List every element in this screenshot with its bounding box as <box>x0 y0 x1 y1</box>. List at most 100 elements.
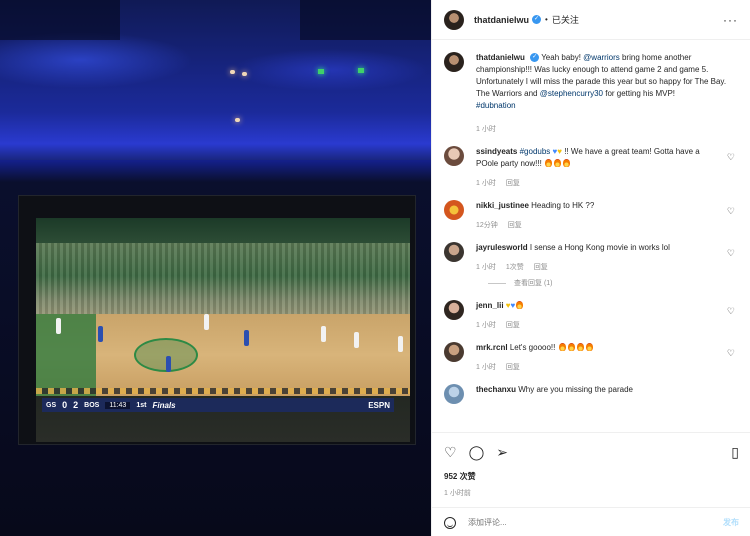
avatar[interactable] <box>444 9 464 30</box>
tv-scoreboard: GS 0 2 BOS 11:43 1st Finals ESPN <box>42 398 394 412</box>
avatar[interactable] <box>444 384 464 404</box>
comment-username[interactable]: ssindyeats <box>476 147 517 156</box>
comment-time: 1 小时 <box>476 364 496 371</box>
ceiling-panel <box>0 0 120 40</box>
arena-crowd <box>36 243 410 325</box>
verified-icon: ✓ <box>532 15 542 24</box>
player <box>398 336 403 352</box>
reply-button[interactable]: 回复 <box>508 220 522 230</box>
fire-emoji <box>558 343 566 351</box>
fire-emoji <box>585 343 593 351</box>
comment-likes[interactable]: 1次赞 <box>506 262 524 272</box>
ceiling-light <box>230 70 235 74</box>
caption-text: for getting his MVP! <box>603 89 676 98</box>
fire-emoji <box>563 159 571 167</box>
avatar[interactable] <box>444 242 464 262</box>
comment-item: jenn_lii ♥♥ 1 小时 回复 ♡ <box>444 300 739 330</box>
player <box>166 356 171 372</box>
add-comment-bar: 发布 <box>432 507 750 536</box>
court-stripes <box>36 388 410 394</box>
likes-count[interactable]: 952 次赞 <box>444 471 739 482</box>
fire-emoji <box>516 301 524 309</box>
away-team: GS <box>46 401 57 409</box>
fire-emoji <box>554 159 562 167</box>
like-comment-icon[interactable]: ♡ <box>727 348 735 359</box>
share-icon[interactable]: ➢ <box>496 445 508 459</box>
ceiling-light <box>242 72 247 76</box>
reply-button[interactable]: 回复 <box>506 178 520 188</box>
like-comment-icon[interactable]: ♡ <box>727 248 735 259</box>
fire-emoji <box>545 159 553 167</box>
fire-emoji <box>576 343 584 351</box>
avatar[interactable] <box>444 146 464 166</box>
home-score: 2 <box>73 400 79 410</box>
post-time: 1 小时前 <box>444 490 471 497</box>
caption-username[interactable]: thatdanielwu <box>476 53 525 62</box>
comment-item: jayrulesworld I sense a Hong Kong movie … <box>444 242 739 272</box>
mention-warriors[interactable]: @warriors <box>583 53 620 62</box>
like-comment-icon[interactable]: ♡ <box>727 206 735 217</box>
comment-time: 1 小时 <box>476 322 496 329</box>
mention-stephencurry30[interactable]: @stephencurry30 <box>540 89 603 98</box>
post-side-panel: thatdanielwu ✓ • 已关注 ··· thatdanielwu ✓ … <box>431 0 750 536</box>
separator-dot: • <box>545 15 548 24</box>
comment-item: ssindyeats #godubs ♥♥ !! We have a great… <box>444 146 739 188</box>
post-photo: GS 0 2 BOS 11:43 1st Finals ESPN <box>0 0 431 536</box>
comment-time: 1 小时 <box>476 264 496 271</box>
avatar[interactable] <box>444 200 464 220</box>
like-comment-icon[interactable]: ♡ <box>727 152 735 163</box>
avatar[interactable] <box>444 300 464 320</box>
more-options-icon[interactable]: ··· <box>723 13 738 27</box>
comment-text: Heading to HK ?? <box>531 201 595 210</box>
view-replies-button[interactable]: 查看回复 (1) <box>488 278 739 288</box>
finals-logo: Finals <box>152 400 176 410</box>
comment-icon[interactable]: ◯ <box>469 445 485 459</box>
replies-divider <box>488 282 506 284</box>
comment-username[interactable]: mrk.rcnl <box>476 343 508 352</box>
like-comment-icon[interactable]: ♡ <box>727 306 735 317</box>
player <box>56 318 61 334</box>
hashtag-godubs[interactable]: #godubs <box>520 147 551 156</box>
reply-button[interactable]: 回复 <box>506 362 520 372</box>
comment-text: Why are you missing the parade <box>518 385 633 394</box>
comment-item: mrk.rcnl Let's goooo!! 1 小时 回复 ♡ <box>444 342 739 372</box>
comment-username[interactable]: thechanxu <box>476 385 516 394</box>
bookmark-icon[interactable]: ▯ <box>731 445 739 459</box>
exit-sign <box>318 69 324 74</box>
avatar[interactable] <box>444 52 464 72</box>
comment-time: 1 小时 <box>476 180 496 187</box>
player <box>204 314 209 330</box>
instagram-post-modal: GS 0 2 BOS 11:43 1st Finals ESPN thatdan… <box>0 0 750 536</box>
caption: thatdanielwu ✓ Yeah baby! @warriors brin… <box>444 52 739 134</box>
post-button[interactable]: 发布 <box>723 517 739 528</box>
comment-username[interactable]: nikki_justinee <box>476 201 529 210</box>
header-username[interactable]: thatdanielwu <box>474 15 529 25</box>
like-icon[interactable]: ♡ <box>444 445 457 459</box>
action-icons: ♡ ◯ ➢ ▯ <box>444 441 739 463</box>
comment-item: nikki_justinee Heading to HK ?? 12分钟 回复 … <box>444 200 739 230</box>
comment-text: Let's goooo!! <box>509 343 556 352</box>
court-paint <box>36 314 96 396</box>
ceiling-panel <box>300 0 431 40</box>
reply-button[interactable]: 回复 <box>506 320 520 330</box>
reply-button[interactable]: 回复 <box>534 262 548 272</box>
network-logo: ESPN <box>368 400 390 410</box>
follow-status[interactable]: 已关注 <box>552 13 579 26</box>
ceiling-light <box>235 118 240 122</box>
comment-item: thechanxu Why are you missing the parade <box>444 384 739 404</box>
player <box>244 330 249 346</box>
away-score: 0 <box>62 400 68 410</box>
hashtag-dubnation[interactable]: #dubnation <box>476 101 516 110</box>
player <box>98 326 103 342</box>
comment-username[interactable]: jayrulesworld <box>476 243 528 252</box>
verified-icon: ✓ <box>530 53 540 63</box>
view-replies-label: 查看回复 (1) <box>514 280 553 287</box>
blue-heart-emoji: ♥ <box>510 301 516 310</box>
caption-text: Yeah baby! <box>541 53 584 62</box>
player <box>321 326 326 342</box>
avatar[interactable] <box>444 342 464 362</box>
emoji-icon[interactable] <box>444 516 456 529</box>
comment-input[interactable] <box>468 518 688 527</box>
comment-username[interactable]: jenn_lii <box>476 301 504 310</box>
comments-list[interactable]: thatdanielwu ✓ Yeah baby! @warriors brin… <box>432 40 750 432</box>
